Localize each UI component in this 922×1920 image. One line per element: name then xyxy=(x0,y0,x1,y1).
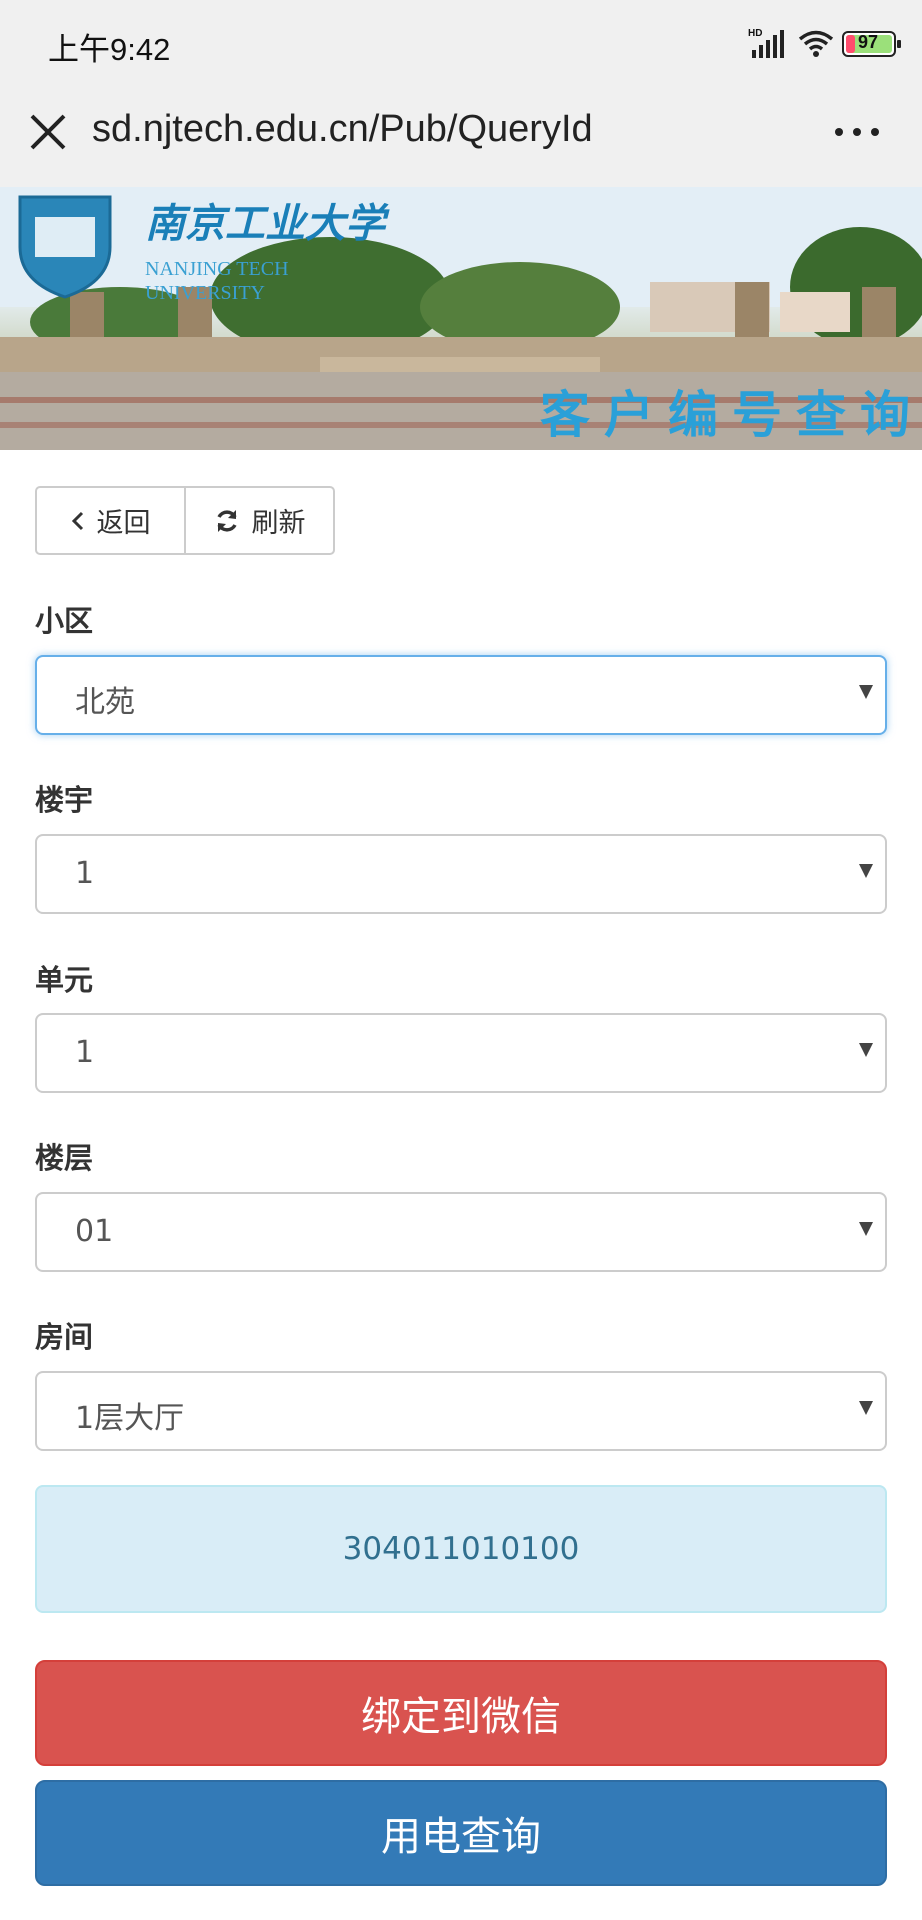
refresh-label: 刷新 xyxy=(251,508,306,539)
community-label: 小区 xyxy=(35,604,94,638)
electricity-query-button[interactable]: 用电查询 xyxy=(35,1780,887,1886)
refresh-button[interactable]: 刷新 xyxy=(186,488,333,553)
floor-select[interactable]: 01 xyxy=(35,1192,887,1272)
campus-banner-image: 南京工业大学 NANJING TECH UNIVERSITY 客户编号查询 xyxy=(0,187,922,450)
bind-wechat-button[interactable]: 绑定到微信 xyxy=(35,1660,887,1766)
school-name-cn: 南京工业大学 xyxy=(145,200,390,247)
close-icon[interactable] xyxy=(26,110,70,154)
building-value: 1 xyxy=(75,856,95,891)
battery-icon: 97 xyxy=(842,30,902,62)
community-value: 北苑 xyxy=(75,685,135,720)
status-bar: 上午9:42 HD 97 xyxy=(0,0,922,90)
school-name-en-1: NANJING TECH xyxy=(145,258,289,280)
wifi-icon xyxy=(798,30,834,62)
bind-wechat-label: 绑定到微信 xyxy=(361,1694,561,1740)
unit-value: 1 xyxy=(75,1035,95,1070)
back-button[interactable]: 返回 xyxy=(37,488,186,553)
status-time: 上午9:42 xyxy=(48,32,171,67)
school-name-en-2: UNIVERSITY xyxy=(145,282,265,304)
room-label: 房间 xyxy=(35,1320,94,1354)
chevron-left-icon xyxy=(71,511,83,530)
battery-level: 97 xyxy=(858,32,879,52)
electricity-query-label: 用电查询 xyxy=(381,1814,541,1860)
back-label: 返回 xyxy=(96,508,151,539)
building-label: 楼宇 xyxy=(35,783,94,817)
caret-down-icon xyxy=(859,864,873,878)
floor-label: 楼层 xyxy=(35,1141,94,1175)
customer-id-text: 304011010100 xyxy=(342,1531,580,1567)
room-select[interactable]: 1层大厅 xyxy=(35,1371,887,1451)
more-dots-icon[interactable] xyxy=(832,122,882,142)
caret-down-icon xyxy=(859,1043,873,1057)
browser-url-bar: sd.njtech.edu.cn/Pub/QueryId xyxy=(0,90,922,188)
caret-down-icon xyxy=(859,1222,873,1236)
unit-label: 单元 xyxy=(35,963,94,997)
floor-value: 01 xyxy=(75,1214,114,1249)
room-value: 1层大厅 xyxy=(75,1401,185,1436)
status-icons: HD 97 xyxy=(748,26,901,62)
action-toolbar: 返回 刷新 xyxy=(35,486,335,555)
header-banner: 南京工业大学 NANJING TECH UNIVERSITY 客户编号查询 xyxy=(0,187,922,450)
url-text: sd.njtech.edu.cn/Pub/QueryId xyxy=(92,108,593,150)
page-heading: 客户编号查询 xyxy=(540,386,922,444)
building-select[interactable]: 1 xyxy=(35,834,887,914)
community-select[interactable]: 北苑 xyxy=(35,655,887,735)
caret-down-icon xyxy=(859,685,873,699)
unit-select[interactable]: 1 xyxy=(35,1013,887,1093)
caret-down-icon xyxy=(859,1401,873,1415)
cellular-signal-icon: HD xyxy=(748,26,792,64)
signal-hd-label: HD xyxy=(748,28,762,39)
refresh-icon xyxy=(216,509,237,532)
customer-id-result: 304011010100 xyxy=(35,1485,887,1613)
